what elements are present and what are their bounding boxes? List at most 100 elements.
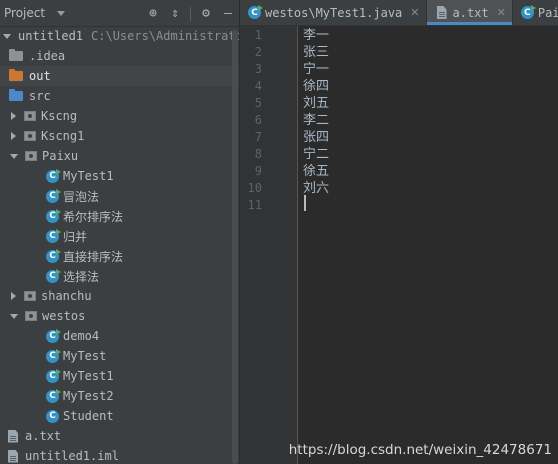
tree-item-label: a.txt [25,429,62,443]
panel-toolbar: ⊕ ⇕ ⚙ — [142,0,239,27]
tree-row-class[interactable]: C MyTest2 [0,386,239,406]
tab-label: a.txt [452,5,489,20]
tree-item-label: 选择法 [63,269,100,284]
chevron-right-icon[interactable] [11,292,16,300]
tab-a-txt[interactable]: a.txt ✕ [426,0,513,25]
code-line[interactable]: 张三 [303,44,329,61]
line-number: 10 [247,181,262,195]
package-icon [24,291,36,301]
excluded-folder-icon [9,69,23,81]
package-icon [24,131,36,141]
tab-label: Paix [537,5,558,20]
tree-row-untitled1[interactable]: untitled1 C:\Users\Administrator\ [0,26,257,46]
tree-row-a-txt[interactable]: a.txt [0,426,239,446]
chevron-down-icon[interactable] [3,33,11,39]
runnable-class-icon: C [46,228,61,243]
tree-row-paixu[interactable]: Paixu [0,146,239,166]
line-number: 4 [254,79,262,93]
tree-item-label: out [29,69,51,83]
line-number: 5 [254,96,262,110]
runnable-class-icon: C [46,208,61,223]
watermark: https://blog.csdn.net/weixin_42478671 [288,442,552,458]
tree-row-class[interactable]: C 直接排序法 [0,246,239,266]
tree-item-label: Student [63,409,114,423]
code-line[interactable]: 张四 [303,129,329,146]
text-file-icon [8,429,18,443]
tree-item-label: shanchu [41,289,92,303]
tree-item-label: Kscng1 [41,129,85,143]
tree-item-label: untitled1.iml [25,449,119,463]
tree-item-label: .idea [29,49,66,63]
source-folder-icon [9,89,23,101]
package-icon [25,311,37,321]
tree-item-label: 归并 [63,229,88,244]
module-file-icon [8,449,18,463]
line-number: 2 [254,45,262,59]
tree-row-class[interactable]: C MyTest1 [0,366,239,386]
folder-icon [9,49,23,61]
runnable-class-icon: C [46,248,61,263]
code-line[interactable]: 宁二 [303,146,329,163]
tree-item-label: MyTest [63,349,107,363]
close-icon[interactable]: ✕ [410,6,419,19]
code-line[interactable]: 宁一 [303,61,329,78]
code-line[interactable]: 徐五 [303,163,329,180]
close-icon[interactable]: ✕ [497,6,506,19]
tree-item-label: Paixu [42,149,79,163]
tree-row-class[interactable]: C 希尔排序法 [0,206,239,226]
line-number: 11 [247,198,262,212]
runnable-class-icon: C [520,5,536,19]
collapse-all-icon[interactable]: ⇕ [164,0,186,27]
tree-row-class[interactable]: C Student [0,406,239,426]
gear-icon[interactable]: ⚙ [195,0,217,27]
package-icon [24,111,36,121]
project-scrollbar[interactable] [232,30,238,464]
chevron-right-icon[interactable] [11,112,16,120]
runnable-class-icon: C [46,388,61,403]
tree-row-class[interactable]: C 归并 [0,226,239,246]
code-line[interactable]: 刘六 [303,180,329,197]
runnable-class-icon: C [46,188,61,203]
line-number: 6 [254,113,262,127]
tree-row-class[interactable]: C MyTest [0,346,239,366]
tab-paixu[interactable]: C Paix [513,0,558,25]
tree-row-westos[interactable]: westos [0,306,239,326]
line-number: 1 [254,28,262,42]
tree-row-class[interactable]: C 冒泡法 [0,186,239,206]
tree-row-class[interactable]: C demo4 [0,326,239,346]
chevron-down-icon[interactable] [10,153,18,159]
project-view-selector[interactable]: Project [0,6,45,20]
tree-row-class[interactable]: C MyTest1 [0,166,239,186]
tree-row-shanchu[interactable]: shanchu [0,286,239,306]
tree-item-label: src [29,89,51,103]
tree-row-kscng1[interactable]: Kscng1 [0,126,239,146]
runnable-class-icon: C [248,5,263,19]
tree-row-out[interactable]: out [0,66,239,86]
chevron-right-icon[interactable] [11,132,16,140]
class-icon: C [46,409,59,423]
tree-item-label: Kscng [41,109,78,123]
tree-row-src[interactable]: src [0,86,239,106]
tree-row-iml[interactable]: untitled1.iml [0,446,239,464]
tree-item-label: 直接排序法 [63,249,124,264]
tab-mytest1-java[interactable]: C westos\MyTest1.java ✕ [240,0,427,25]
line-number-gutter: 1 2 3 4 5 6 7 8 9 10 11 [240,26,298,464]
code-line[interactable]: 李二 [303,112,329,129]
tree-row-idea[interactable]: .idea [0,46,239,66]
crosshair-icon[interactable]: ⊕ [142,0,164,27]
minimize-icon[interactable]: — [217,0,239,27]
tree-row-kscng[interactable]: Kscng [0,106,239,126]
line-number: 9 [254,164,262,178]
text-caret [304,195,306,211]
code-line[interactable]: 徐四 [303,78,329,95]
tree-row-class[interactable]: C 选择法 [0,266,239,286]
runnable-class-icon: C [46,328,61,343]
tree-item-label: untitled1 [18,29,84,43]
runnable-class-icon: C [46,368,61,383]
code-line[interactable]: 李一 [303,27,329,44]
chevron-down-icon[interactable] [10,313,18,319]
chevron-down-icon[interactable] [57,10,66,16]
package-icon [25,151,37,161]
code-line[interactable]: 刘五 [303,95,329,112]
tree-item-label: 希尔排序法 [63,209,124,224]
